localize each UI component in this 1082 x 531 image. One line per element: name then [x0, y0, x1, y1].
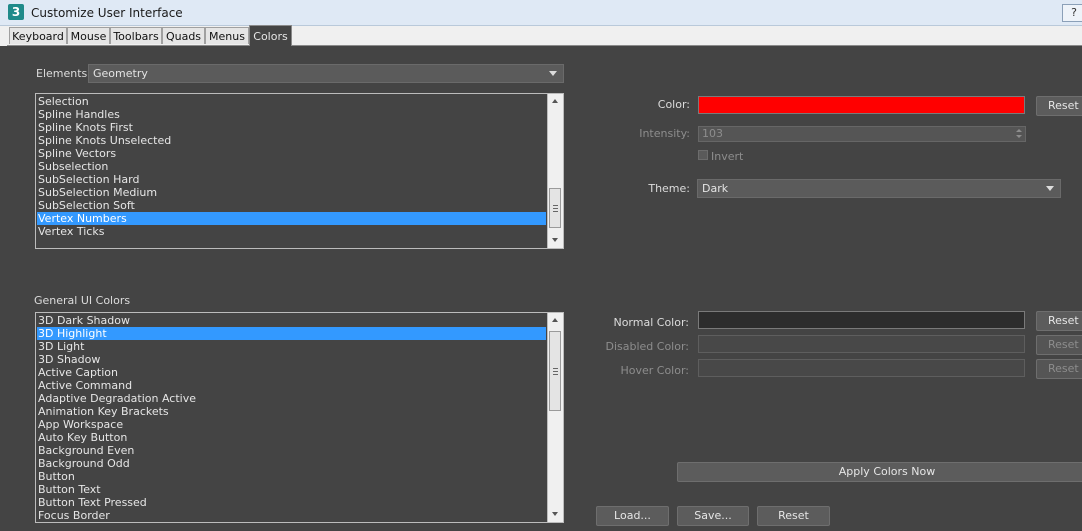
- save-button[interactable]: Save...: [677, 506, 749, 526]
- app-icon: 3: [8, 4, 24, 20]
- hover-reset-button: Reset: [1036, 359, 1082, 379]
- list-item[interactable]: Background Odd: [37, 457, 546, 470]
- list-item[interactable]: Spline Vectors: [37, 147, 546, 160]
- spinner-arrows-icon[interactable]: [1016, 128, 1022, 140]
- scroll-thumb[interactable]: [549, 188, 561, 228]
- help-icon[interactable]: ?: [1062, 4, 1082, 22]
- list-item[interactable]: Button Text Pressed: [37, 496, 546, 509]
- normal-reset-button[interactable]: Reset: [1036, 311, 1082, 331]
- scroll-down-icon[interactable]: [548, 507, 563, 522]
- scroll-thumb[interactable]: [549, 331, 561, 411]
- scroll-up-icon[interactable]: [548, 94, 563, 109]
- tab-quads[interactable]: Quads: [162, 27, 205, 44]
- list-item[interactable]: Animation Key Brackets: [37, 405, 546, 418]
- elements-list[interactable]: Selection Spline Handles Spline Knots Firs…: [35, 93, 564, 249]
- disabled-color-swatch: [698, 335, 1025, 353]
- theme-dropdown-value: Dark: [702, 182, 729, 195]
- list-item[interactable]: Vertex Ticks: [37, 225, 546, 238]
- disabled-color-label: Disabled Color:: [605, 340, 689, 353]
- elements-label: Elements:: [36, 67, 91, 80]
- tab-mouse[interactable]: Mouse: [67, 27, 110, 44]
- intensity-label: Intensity:: [639, 127, 690, 140]
- tab-toolbars[interactable]: Toolbars: [110, 27, 162, 44]
- list-item[interactable]: Spline Handles: [37, 108, 546, 121]
- elements-scrollbar[interactable]: [547, 94, 563, 248]
- list-item[interactable]: SubSelection Medium: [37, 186, 546, 199]
- reset-button[interactable]: Reset: [757, 506, 830, 526]
- apply-colors-now-button[interactable]: Apply Colors Now: [677, 462, 1082, 482]
- intensity-value: 103: [702, 127, 723, 140]
- list-item[interactable]: App Workspace: [37, 418, 546, 431]
- list-item[interactable]: Background Even: [37, 444, 546, 457]
- tab-panel-border: [7, 45, 1082, 46]
- list-item[interactable]: SubSelection Soft: [37, 199, 546, 212]
- general-ui-colors-title: General UI Colors: [34, 294, 131, 307]
- list-item[interactable]: Button Text: [37, 483, 546, 496]
- tab-keyboard[interactable]: Keyboard: [9, 27, 67, 44]
- list-item[interactable]: Active Caption: [37, 366, 546, 379]
- list-item[interactable]: 3D Highlight: [37, 327, 546, 340]
- list-item[interactable]: 3D Light: [37, 340, 546, 353]
- list-item[interactable]: Selection: [37, 95, 546, 108]
- invert-label: Invert: [711, 150, 744, 163]
- list-item[interactable]: Subselection: [37, 160, 546, 173]
- color-swatch[interactable]: [698, 96, 1025, 114]
- list-item[interactable]: Auto Key Button: [37, 431, 546, 444]
- list-item[interactable]: Vertex Numbers: [37, 212, 546, 225]
- color-label: Color:: [657, 98, 690, 111]
- list-item[interactable]: 3D Dark Shadow: [37, 314, 546, 327]
- elements-dropdown[interactable]: Geometry: [88, 64, 564, 83]
- tab-colors[interactable]: Colors: [249, 25, 292, 46]
- scroll-down-icon[interactable]: [548, 233, 563, 248]
- list-item[interactable]: Adaptive Degradation Active: [37, 392, 546, 405]
- list-item[interactable]: SubSelection Hard: [37, 173, 546, 186]
- load-button[interactable]: Load...: [596, 506, 669, 526]
- elements-dropdown-value: Geometry: [93, 67, 148, 80]
- list-item[interactable]: 3D Shadow: [37, 353, 546, 366]
- list-item[interactable]: Focus Border: [37, 509, 546, 522]
- theme-dropdown[interactable]: Dark: [697, 179, 1061, 198]
- list-item[interactable]: Active Command: [37, 379, 546, 392]
- general-ui-scrollbar[interactable]: [547, 313, 563, 522]
- intensity-spinner[interactable]: 103: [698, 126, 1026, 142]
- list-item[interactable]: Spline Knots First: [37, 121, 546, 134]
- chevron-down-icon: [549, 71, 557, 76]
- hover-color-label: Hover Color:: [620, 364, 689, 377]
- normal-color-swatch[interactable]: [698, 311, 1025, 329]
- chevron-down-icon: [1046, 186, 1054, 191]
- scroll-up-icon[interactable]: [548, 313, 563, 328]
- general-ui-colors-list[interactable]: 3D Dark Shadow 3D Highlight 3D Light 3D Sha…: [35, 312, 564, 523]
- theme-label: Theme:: [648, 182, 690, 195]
- color-reset-button[interactable]: Reset: [1036, 96, 1082, 116]
- window-title: Customize User Interface: [31, 6, 183, 20]
- invert-checkbox[interactable]: [698, 150, 708, 160]
- tab-menus[interactable]: Menus: [205, 27, 249, 44]
- hover-color-swatch: [698, 359, 1025, 377]
- normal-color-label: Normal Color:: [613, 316, 689, 329]
- list-item[interactable]: Spline Knots Unselected: [37, 134, 546, 147]
- list-item[interactable]: Button: [37, 470, 546, 483]
- disabled-reset-button: Reset: [1036, 335, 1082, 355]
